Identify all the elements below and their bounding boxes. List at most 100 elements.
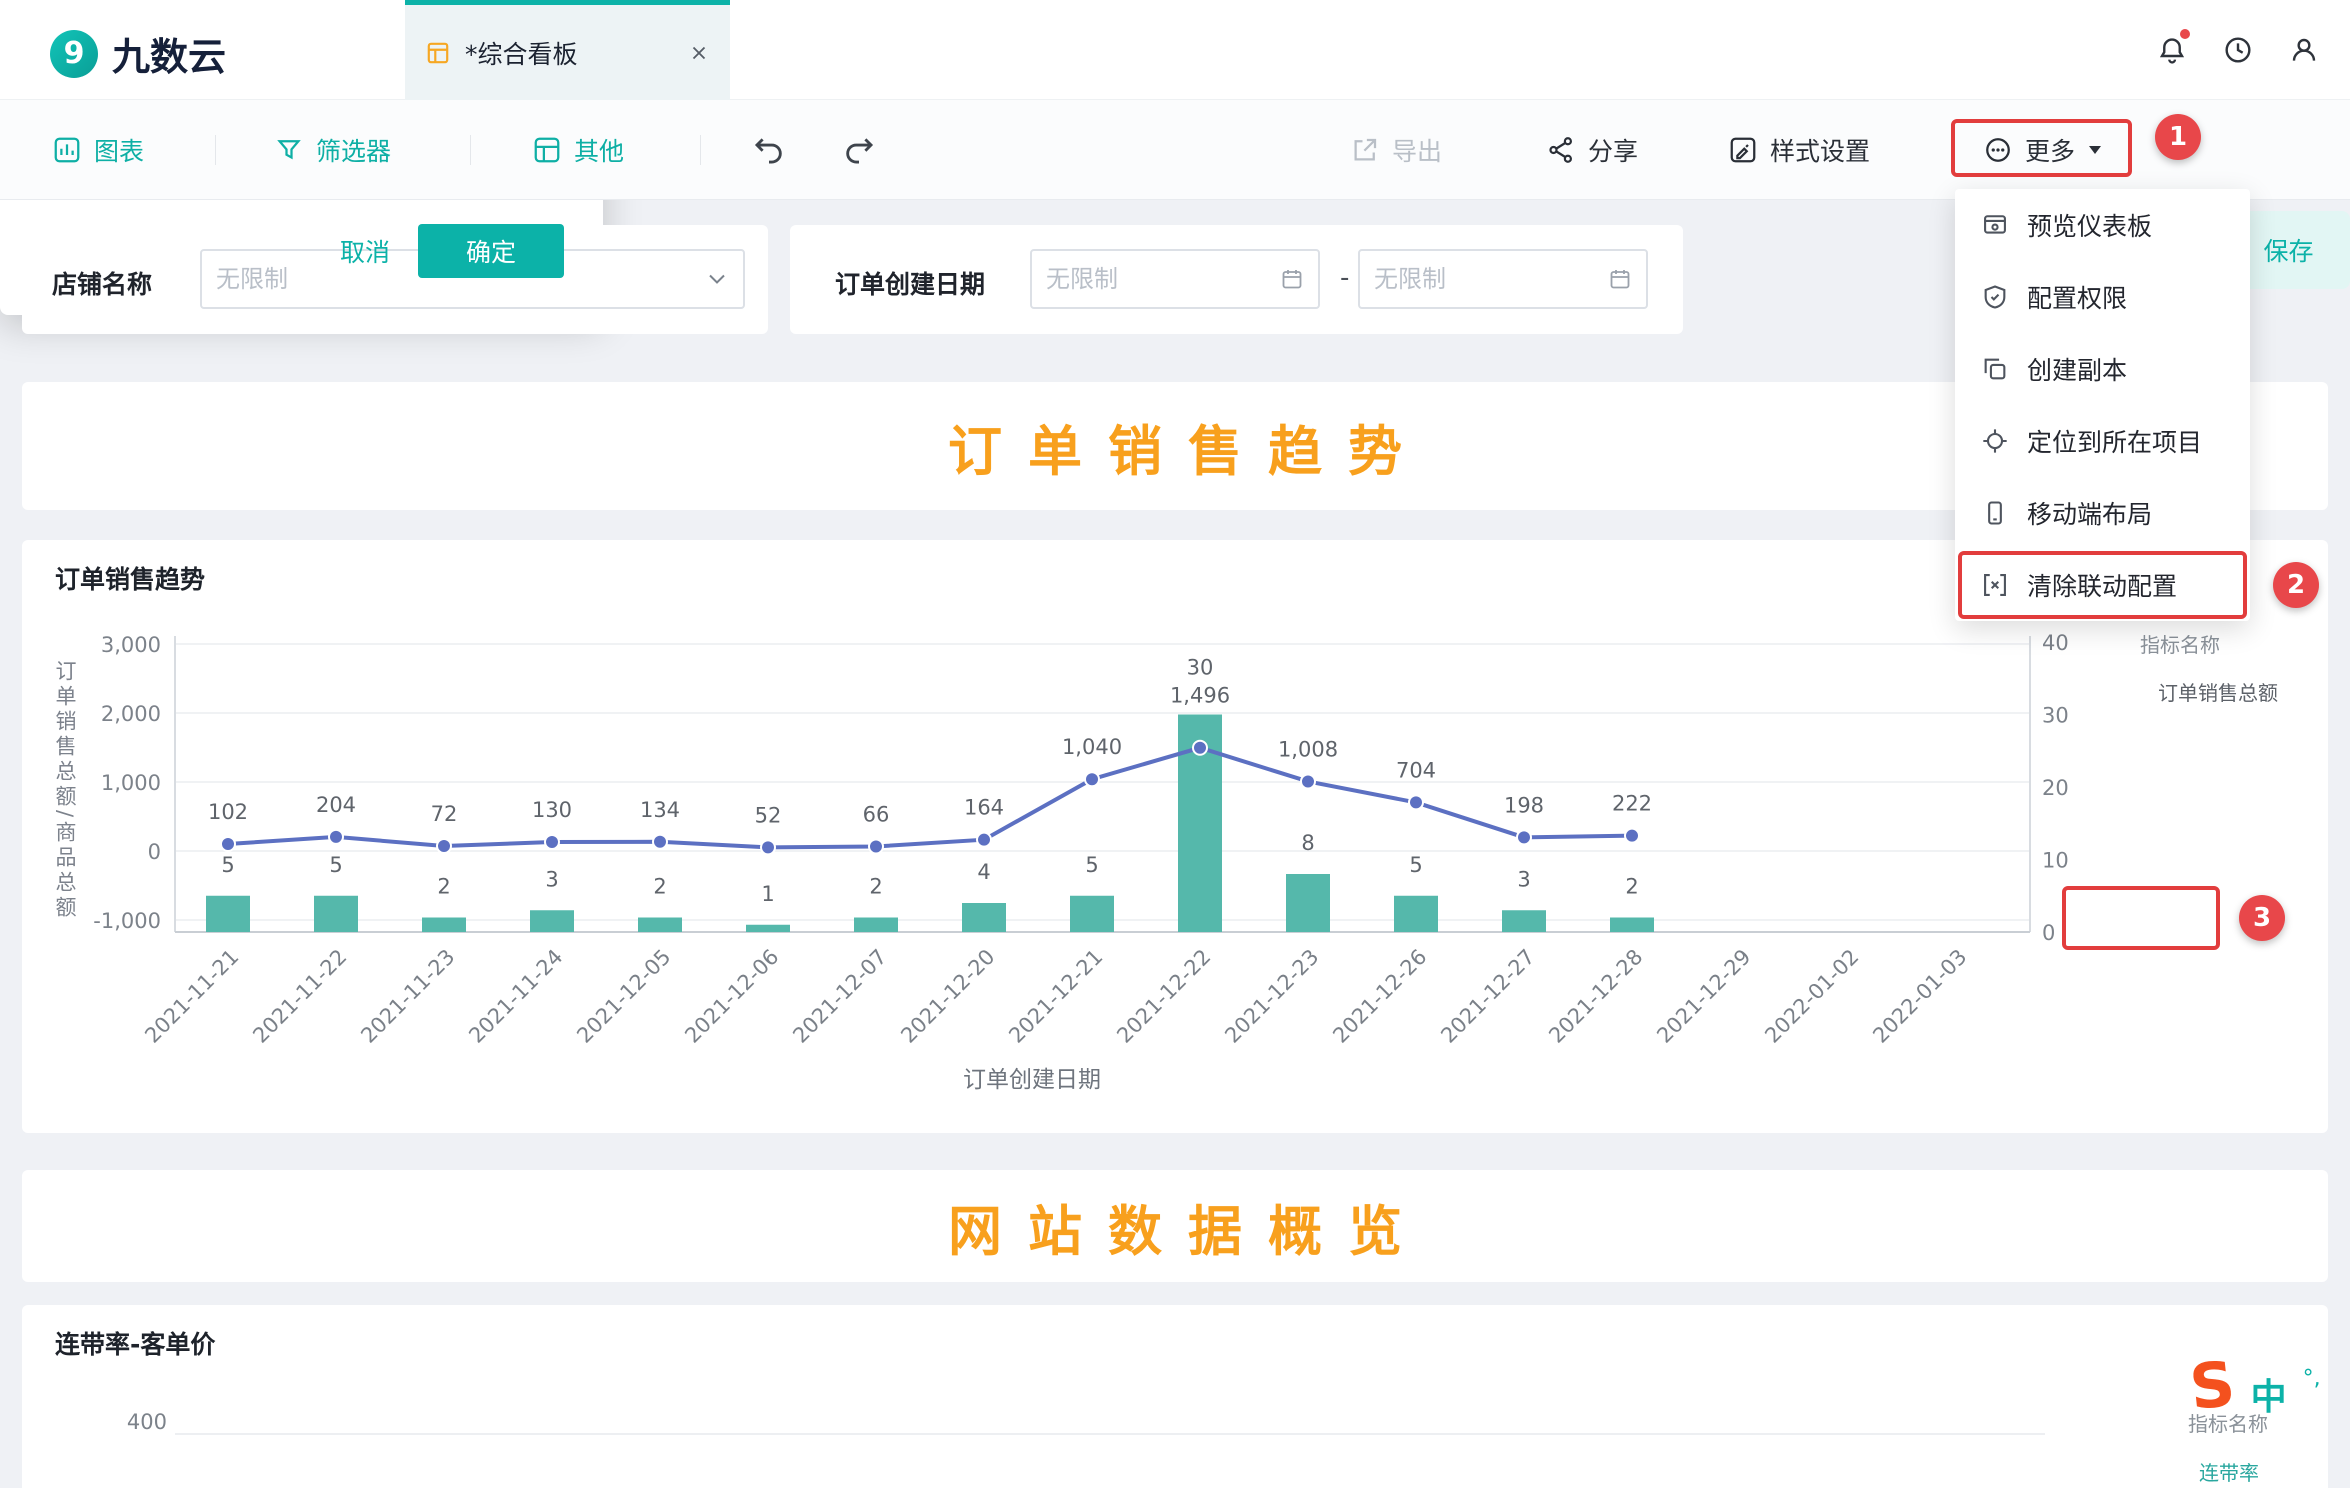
menu-item-mobile-layout[interactable]: 移动端布局	[1955, 477, 2250, 549]
history-clock-icon[interactable]	[2222, 34, 2254, 66]
x-tick-label: 2021-11-21	[140, 945, 243, 1048]
trend-bar[interactable]	[314, 896, 358, 932]
charts-button[interactable]: 图表	[52, 100, 144, 200]
trend-point[interactable]	[1085, 772, 1099, 786]
shop-filter-label: 店铺名称	[52, 265, 152, 301]
trend-chart-canvas[interactable]: 3,0002,0001,0000-1,0000102030402021-11-2…	[22, 540, 2328, 1133]
bar-value-label: 5	[329, 853, 342, 877]
tab-close-icon[interactable]	[688, 42, 710, 64]
trend-point[interactable]	[761, 840, 775, 854]
trend-bar[interactable]	[746, 925, 790, 932]
trend-bar[interactable]	[530, 910, 574, 932]
y-tick-label: -1,000	[93, 909, 161, 933]
menu-item-label: 清除联动配置	[2027, 567, 2177, 603]
share-button-label: 分享	[1588, 132, 1638, 168]
toolbar-separator	[700, 135, 701, 165]
topbar: 9 九数云 *综合看板	[0, 0, 2350, 100]
export-button-label: 导出	[1392, 132, 1442, 168]
trend-bar[interactable]	[638, 918, 682, 933]
other-button-label: 其他	[574, 132, 624, 168]
line-value-label: 1,008	[1278, 737, 1338, 761]
menu-item-clear-linkage[interactable]: 清除联动配置	[1955, 549, 2250, 621]
bottom-legend-item[interactable]: 连带率	[2199, 1457, 2259, 1486]
date-start-field[interactable]	[1030, 249, 1320, 309]
trend-point[interactable]	[437, 839, 451, 853]
cancel-button[interactable]: 取消	[322, 224, 408, 278]
bar-value-label: 5	[1085, 853, 1098, 877]
bottom-chart-card: 连带率-客单价 400 指标名称 连带率	[22, 1305, 2328, 1488]
shield-permission-icon	[1981, 283, 2009, 311]
trend-point[interactable]	[545, 835, 559, 849]
notification-dot	[2180, 29, 2190, 39]
filter-button[interactable]: 筛选器	[274, 100, 391, 200]
export-button[interactable]: 导出	[1350, 100, 1442, 200]
trend-point[interactable]	[653, 835, 667, 849]
trend-bar[interactable]	[962, 903, 1006, 932]
menu-item-create-copy[interactable]: 创建副本	[1955, 333, 2250, 405]
trend-bar[interactable]	[1610, 918, 1654, 933]
trend-bar[interactable]	[1502, 910, 1546, 932]
menu-item-label: 预览仪表板	[2027, 207, 2152, 243]
share-button[interactable]: 分享	[1546, 100, 1638, 200]
undo-icon	[752, 133, 786, 167]
confirm-button[interactable]: 确定	[418, 224, 564, 278]
line-value-label: 1,496	[1170, 684, 1230, 708]
trend-point[interactable]	[1301, 774, 1315, 788]
trend-bar[interactable]	[1070, 896, 1114, 932]
more-button[interactable]: 更多	[1983, 100, 2103, 200]
trend-bar[interactable]	[1286, 874, 1330, 932]
trend-point[interactable]	[1193, 741, 1207, 755]
trend-point[interactable]	[977, 833, 991, 847]
annotation-step-3: 3	[2239, 895, 2285, 941]
menu-item-configure-permissions[interactable]: 配置权限	[1955, 261, 2250, 333]
logo-icon: 9	[50, 30, 98, 78]
style-settings-button[interactable]: 样式设置	[1728, 100, 1870, 200]
trend-bar[interactable]	[1394, 896, 1438, 932]
trend-point[interactable]	[1517, 830, 1531, 844]
date-end-field[interactable]	[1358, 249, 1648, 309]
trend-bar[interactable]	[422, 918, 466, 933]
other-button[interactable]: 其他	[532, 100, 624, 200]
trend-bar[interactable]	[854, 918, 898, 933]
trend-point[interactable]	[221, 837, 235, 851]
menu-item-label: 配置权限	[2027, 279, 2127, 315]
section-band-overview: 网站数据概览	[22, 1170, 2328, 1282]
trend-point[interactable]	[329, 830, 343, 844]
date-start-input[interactable]	[1046, 265, 1280, 293]
right-tick-label: 10	[2042, 849, 2069, 873]
calendar-icon	[1608, 267, 1632, 291]
ime-indicator: S 中 °,	[2190, 1358, 2321, 1420]
charts-button-label: 图表	[94, 132, 144, 168]
dashboard-page: 9 九数云 *综合看板 图表	[0, 0, 2350, 1488]
menu-item-label: 定位到所在项目	[2027, 423, 2202, 459]
trend-bar[interactable]	[206, 896, 250, 932]
user-account-icon[interactable]	[2288, 34, 2320, 66]
x-tick-label: 2021-11-22	[248, 945, 351, 1048]
menu-item-label: 移动端布局	[2027, 495, 2152, 531]
bar-value-label: 2	[653, 875, 666, 899]
app-logo[interactable]: 9 九数云	[50, 26, 226, 81]
ime-logo-icon: S	[2187, 1356, 2237, 1416]
bottom-gridline	[175, 1433, 2045, 1435]
date-range-separator: -	[1340, 263, 1349, 293]
date-end-input[interactable]	[1374, 265, 1608, 293]
line-value-label: 72	[431, 802, 458, 826]
undo-button[interactable]	[752, 100, 786, 200]
trend-point[interactable]	[1409, 795, 1423, 809]
caret-down-icon	[2087, 144, 2103, 156]
tab-dashboard[interactable]: *综合看板	[405, 0, 730, 100]
export-icon	[1350, 135, 1380, 165]
legend-item[interactable]: 订单销售总额	[2158, 681, 2278, 705]
redo-button[interactable]	[842, 100, 876, 200]
module-icon	[532, 135, 562, 165]
chevron-down-icon	[705, 267, 729, 291]
x-tick-label: 2021-11-23	[356, 945, 459, 1048]
x-tick-label: 2022-01-03	[1868, 945, 1971, 1048]
line-value-label: 704	[1396, 758, 1436, 782]
trend-point[interactable]	[1625, 829, 1639, 843]
x-tick-label: 2021-12-20	[896, 945, 999, 1048]
trend-point[interactable]	[869, 839, 883, 853]
y-tick-label: 0	[148, 840, 161, 864]
menu-item-preview-dashboard[interactable]: 预览仪表板	[1955, 189, 2250, 261]
menu-item-locate-project[interactable]: 定位到所在项目	[1955, 405, 2250, 477]
